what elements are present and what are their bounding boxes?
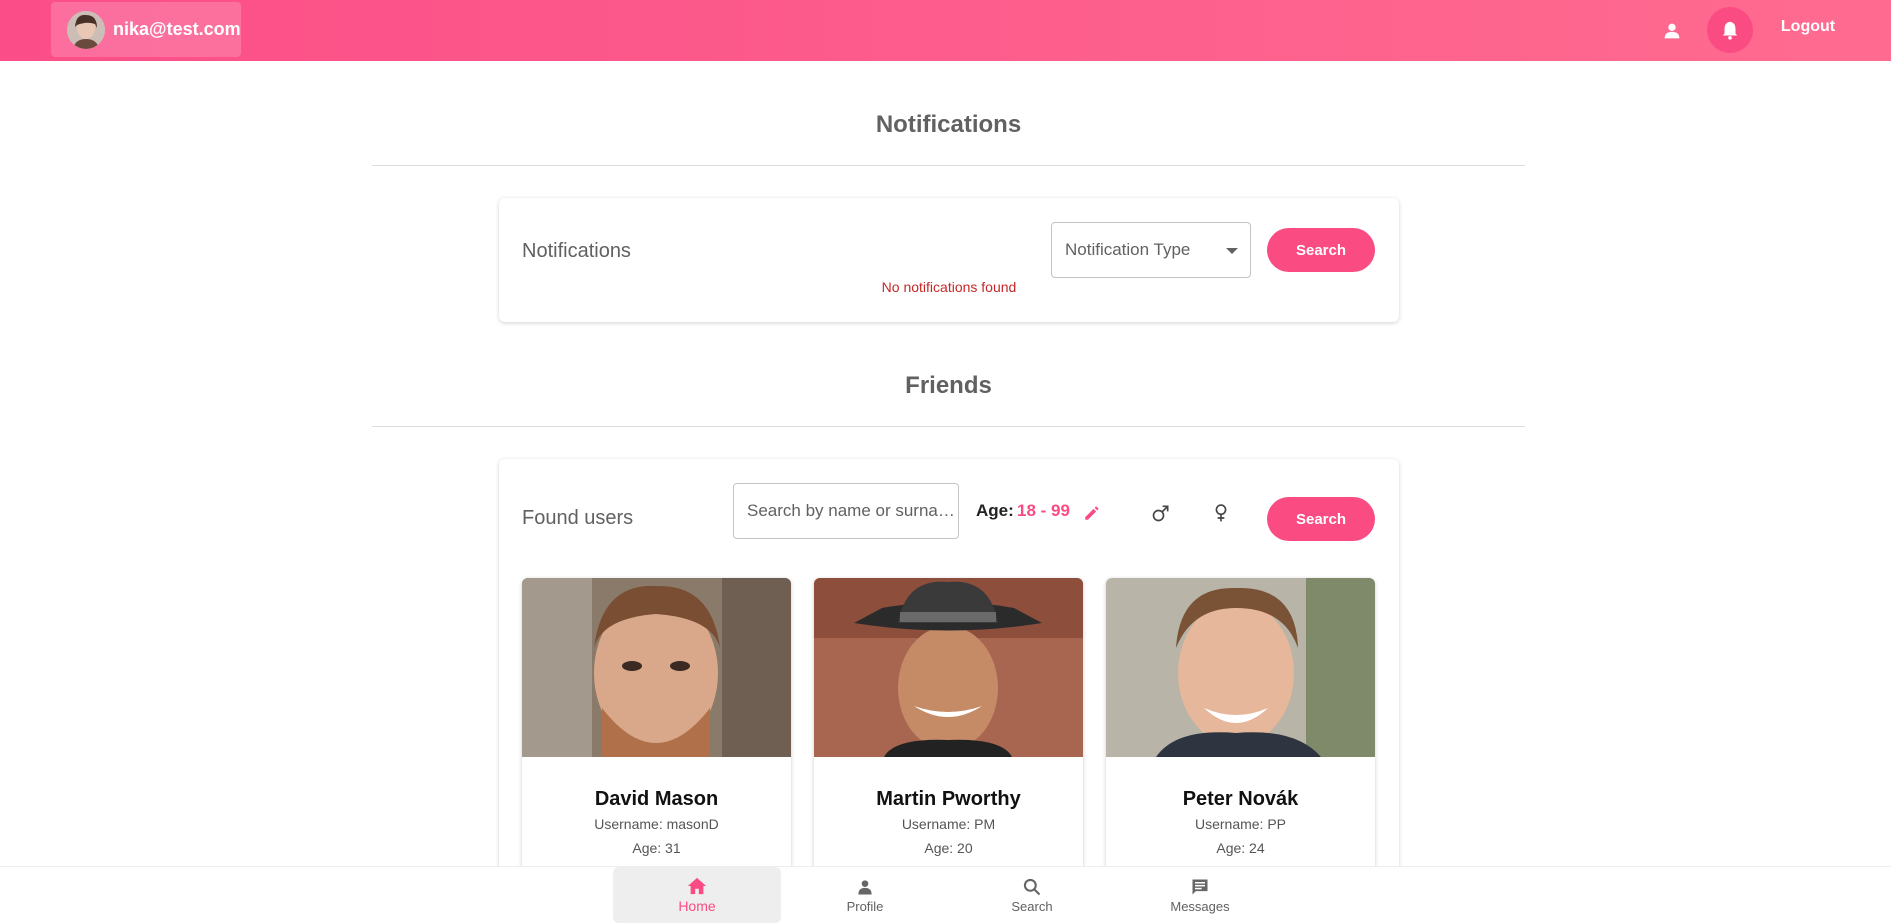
bell-icon [1722, 21, 1738, 40]
found-users-label: Found users [522, 507, 634, 529]
user-name: Martin Pworthy [876, 788, 1021, 810]
logout-button[interactable]: Logout [1768, 18, 1848, 36]
male-filter-button[interactable] [1146, 498, 1176, 528]
user-email: nika@test.com [113, 19, 241, 39]
search-input-placeholder: Search by name or surna… [747, 501, 955, 520]
male-icon [1152, 505, 1169, 522]
female-filter-button[interactable] [1206, 498, 1236, 528]
user-account-chip[interactable]: nika@test.com [51, 2, 241, 57]
user-age: Age: 24 [1216, 840, 1265, 856]
nav-item-home[interactable]: Home [613, 867, 781, 923]
notifications-card: Notifications Notification Type Search N… [499, 198, 1399, 322]
notification-type-value: Notification Type [1065, 240, 1191, 259]
age-filter-label: Age: [976, 501, 1014, 520]
notifications-section-title: Notifications [875, 111, 1022, 138]
nav-label-home: Home [678, 898, 716, 914]
age-range-value: 18 - 99 [1017, 501, 1070, 520]
notifications-search-button[interactable]: Search [1267, 228, 1375, 272]
nav-label-messages: Messages [1170, 898, 1230, 914]
female-icon [1215, 504, 1227, 522]
nav-label-search: Search [1011, 898, 1053, 914]
user-card[interactable]: Peter Novák Username: PP Age: 24 [1106, 578, 1375, 878]
user-name: Peter Novák [1182, 788, 1299, 810]
user-avatar [67, 10, 105, 49]
user-card[interactable]: Martin Pworthy Username: PM Age: 20 [814, 578, 1083, 878]
user-age: Age: 20 [924, 840, 973, 856]
user-photo [522, 578, 791, 757]
user-card[interactable]: David Mason Username: masonD Age: 31 [522, 578, 791, 878]
found-users-card: Found users Search by name or surna… Age… [499, 459, 1399, 879]
users-search-button[interactable]: Search [1267, 497, 1375, 541]
user-username: Username: masonD [594, 816, 719, 832]
user-photo [814, 578, 1083, 757]
empty-notifications-message: No notifications found [881, 279, 1017, 295]
user-age: Age: 31 [632, 840, 681, 856]
search-icon [1023, 878, 1041, 895]
nav-item-search[interactable]: Search [948, 867, 1116, 923]
notifications-icon-button[interactable] [1707, 7, 1753, 53]
nav-item-profile[interactable]: Profile [781, 867, 949, 923]
notifications-card-label: Notifications [522, 240, 631, 262]
section-divider [372, 165, 1525, 166]
name-search-input[interactable]: Search by name or surna… [733, 483, 959, 539]
nav-label-profile: Profile [846, 898, 884, 914]
friends-section-title: Friends [905, 372, 992, 399]
bottom-navigation: Home Profile Search Messages [0, 866, 1891, 923]
user-username: Username: PM [901, 816, 996, 832]
top-app-bar: nika@test.com Logout [0, 0, 1891, 61]
home-icon [687, 877, 707, 895]
nav-item-messages[interactable]: Messages [1116, 867, 1284, 923]
person-icon [858, 879, 872, 894]
user-photo [1106, 578, 1375, 757]
person-icon [1664, 23, 1680, 39]
notification-type-select[interactable]: Notification Type [1051, 222, 1251, 278]
dropdown-arrow-icon [1226, 248, 1238, 254]
section-divider [372, 426, 1525, 427]
message-icon [1192, 879, 1208, 894]
profile-icon-button[interactable] [1654, 13, 1690, 49]
user-name: David Mason [594, 788, 719, 810]
edit-age-button[interactable] [1077, 498, 1107, 528]
pencil-icon [1085, 506, 1099, 520]
user-username: Username: PP [1194, 816, 1287, 832]
